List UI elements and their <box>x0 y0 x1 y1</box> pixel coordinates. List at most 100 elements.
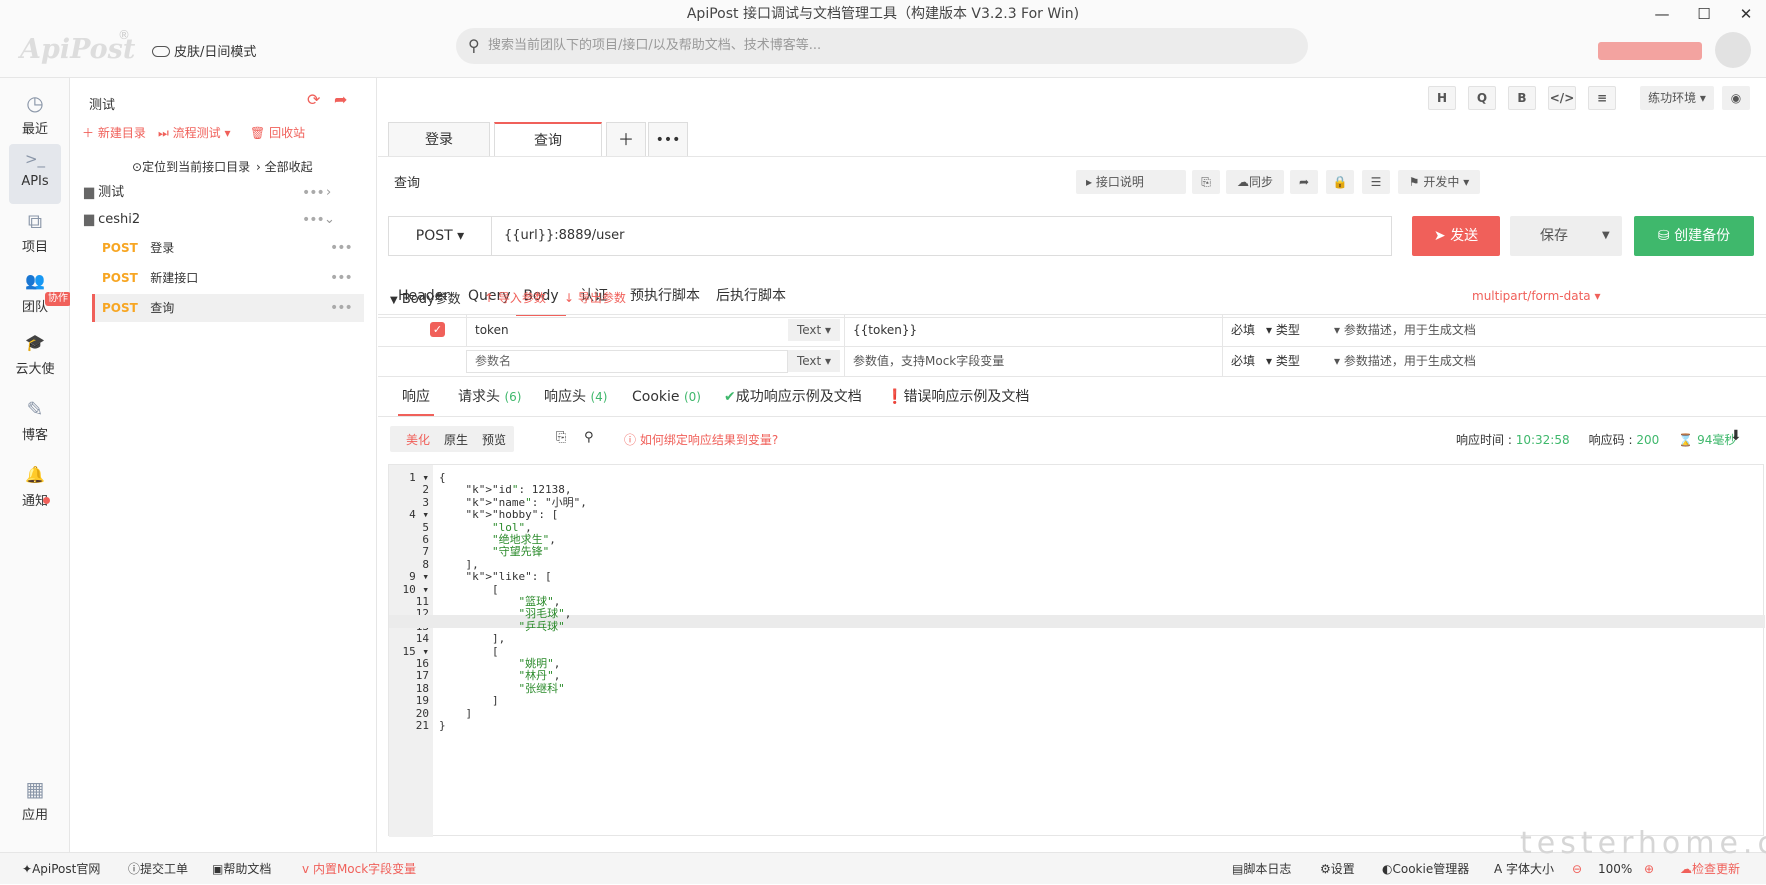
send-button[interactable]: ➤ 发送 <box>1412 216 1500 256</box>
cookie-manager-button[interactable]: ◐Cookie管理器 <box>1382 853 1469 885</box>
new-folder-button[interactable]: ＋ 新建目录 <box>82 124 146 141</box>
more-icon[interactable]: ••• <box>302 181 325 205</box>
folder-row[interactable]: ▆ 测试 ••• › <box>84 181 364 205</box>
q-button[interactable]: Q <box>1468 86 1496 110</box>
more-icon[interactable]: ••• <box>302 208 325 232</box>
checkbox-checked[interactable]: ✓ <box>430 322 445 337</box>
param-type-select[interactable]: Text ▾ <box>788 319 840 341</box>
tab-error-example[interactable]: ❗错误响应示例及文档 <box>886 378 1029 416</box>
b-button[interactable]: B <box>1508 86 1536 110</box>
copy-icon[interactable]: ⎘ <box>556 430 566 445</box>
locate-button[interactable]: ⊙定位到当前接口目录 <box>132 158 250 175</box>
collapse-all-button[interactable]: › 全部收起 <box>256 158 313 175</box>
view-raw[interactable]: 原生 <box>444 431 468 448</box>
user-badge[interactable] <box>1598 42 1702 60</box>
api-item[interactable]: POST 新建接口 ••• <box>92 266 364 290</box>
nav-project[interactable]: ⧉ 项目 <box>0 206 70 266</box>
settings-link[interactable]: ⚙设置 <box>1320 853 1355 885</box>
content-type-select[interactable]: multipart/form-data ▾ <box>1472 289 1601 303</box>
api-item-active[interactable]: POST 查询 ••• <box>92 294 364 322</box>
param-key-input[interactable]: 参数名 <box>466 350 788 373</box>
global-search-input[interactable]: ⚲ 搜索当前团队下的项目/接口/以及帮助文档、技术博客等... <box>456 28 1308 64</box>
save-dropdown-icon[interactable]: ▼ <box>1602 216 1610 256</box>
param-value-input[interactable]: 参数值，支持Mock字段变量 <box>844 347 1222 376</box>
refresh-icon[interactable]: ⟳ <box>307 90 320 109</box>
add-tab-button[interactable]: ＋ <box>606 122 646 156</box>
tab-success-example[interactable]: ✔成功响应示例及文档 <box>724 378 862 416</box>
settings-button[interactable]: ≡ <box>1588 86 1616 110</box>
param-desc-input[interactable]: ▾ 参数描述，用于生成文档 <box>1334 347 1566 376</box>
mock-link[interactable]: v 内置Mock字段变量 <box>302 853 416 885</box>
h-button[interactable]: H <box>1428 86 1456 110</box>
official-site-link[interactable]: ✦ApiPost官网 <box>22 853 100 885</box>
tab-request-headers[interactable]: 请求头 (6) <box>458 378 521 416</box>
tab-post-script[interactable]: 后执行脚本 <box>716 276 786 316</box>
avatar[interactable] <box>1715 32 1751 68</box>
help-link[interactable]: ▣帮助文档 <box>212 853 271 885</box>
code-line: "乒乓球" <box>518 619 565 633</box>
recycle-button[interactable]: 🗑 回收站 <box>250 124 305 141</box>
view-pretty[interactable]: 美化 <box>406 431 430 448</box>
script-log-button[interactable]: ▤脚本日志 <box>1232 853 1291 885</box>
backup-button[interactable]: ⛁ 创建备份 <box>1634 216 1754 256</box>
flow-test-button[interactable]: ⏭ 流程测试 ▾ <box>158 124 231 141</box>
nav-recent[interactable]: ◷ 最近 <box>0 88 70 148</box>
nav-notify[interactable]: 🔔 通知 <box>0 460 70 520</box>
code-line: [ <box>439 582 499 596</box>
nav-ambassador[interactable]: 🎓 云大使 <box>0 328 70 388</box>
api-item[interactable]: POST 登录 ••• <box>92 236 364 260</box>
search-icon[interactable]: ⚲ <box>584 430 594 445</box>
share-icon[interactable]: ➦ <box>1290 170 1318 194</box>
folder-row[interactable]: ▆ ceshi2 ••• ⌄ <box>84 208 364 232</box>
save-button[interactable]: 保存 ▼ <box>1510 216 1622 256</box>
close-button[interactable]: ✕ <box>1726 0 1766 28</box>
tab-query[interactable]: 查询 <box>494 122 602 156</box>
tab-login[interactable]: 登录 <box>388 122 490 156</box>
import-params-button[interactable]: ↑ 导入参数 <box>484 289 546 306</box>
eye-icon[interactable]: ◉ <box>1722 86 1750 110</box>
copy-icon[interactable]: ⎘ <box>1192 170 1220 194</box>
more-icon[interactable]: ••• <box>330 294 353 322</box>
chevron-down-icon[interactable]: ⌄ <box>324 208 335 232</box>
download-icon[interactable]: ⬇ <box>1730 428 1742 444</box>
response-editor[interactable]: 1 ▾2 3 4 ▾5 6 7 8 9 ▾10 ▾11 12 13 14 15 … <box>388 464 1765 837</box>
doc-button[interactable]: ▸ 接口说明 <box>1076 170 1186 194</box>
skin-mode-toggle[interactable]: 皮肤/日间模式 <box>152 41 256 60</box>
tab-cookie[interactable]: Cookie (0) <box>632 378 701 416</box>
export-params-button[interactable]: ↓ 导出参数 <box>564 289 626 306</box>
chevron-right-icon[interactable]: › <box>326 181 331 205</box>
more-icon[interactable]: ••• <box>330 266 353 290</box>
lock-icon[interactable]: 🔒 <box>1326 170 1354 194</box>
tab-response-headers[interactable]: 响应头 (4) <box>544 378 607 416</box>
line-number: 11 <box>415 595 429 608</box>
nav-apis[interactable]: >_ APIs <box>9 144 61 204</box>
required-select[interactable]: 必填 <box>1222 347 1266 376</box>
url-input[interactable]: {{url}}:8889/user <box>492 216 1392 256</box>
more-icon[interactable]: ••• <box>330 236 353 260</box>
status-select[interactable]: ⚑ 开发中 ▾ <box>1398 170 1480 194</box>
maximize-button[interactable]: ☐ <box>1684 0 1724 28</box>
line-number: 15 ▾ <box>402 644 430 658</box>
required-select[interactable]: 必填 <box>1222 315 1266 346</box>
nav-apps[interactable]: ▦ 应用 <box>0 774 70 834</box>
font-icon: A <box>1494 862 1503 876</box>
env-select[interactable]: 练功环境 ▾ <box>1640 86 1714 110</box>
body-params-title[interactable]: ▼ Body参数 <box>390 288 461 307</box>
bind-variable-link[interactable]: ⓘ 如何绑定响应结果到变量? <box>624 431 778 448</box>
param-desc-input[interactable]: ▾ 参数描述，用于生成文档 <box>1334 315 1566 346</box>
tab-pre-script[interactable]: 预执行脚本 <box>630 276 700 316</box>
param-type-select[interactable]: Text ▾ <box>788 350 840 372</box>
share-icon[interactable]: ➦ <box>334 90 347 109</box>
method-select[interactable]: POST ▾ <box>388 216 492 256</box>
code-button[interactable]: </> <box>1548 86 1576 110</box>
param-value-input[interactable]: {{token}} <box>844 315 1222 346</box>
line-number: 3 <box>422 495 429 509</box>
sync-button[interactable]: ☁同步 <box>1226 170 1284 194</box>
nav-blog[interactable]: ✎ 博客 <box>0 394 70 454</box>
tab-response[interactable]: 响应 <box>398 378 434 416</box>
database-icon[interactable]: ☰ <box>1362 170 1390 194</box>
view-preview[interactable]: 预览 <box>482 431 506 448</box>
minimize-button[interactable]: — <box>1642 0 1682 28</box>
tab-more-button[interactable]: ••• <box>648 122 688 156</box>
ticket-link[interactable]: ⓘ提交工单 <box>128 853 188 885</box>
